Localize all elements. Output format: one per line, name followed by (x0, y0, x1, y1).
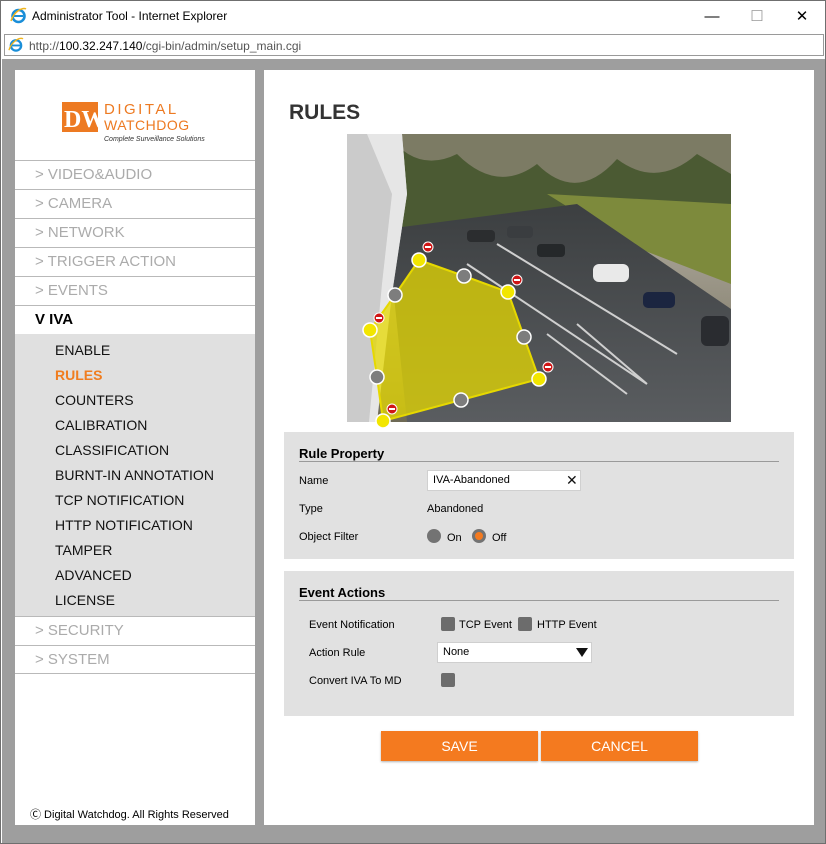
sidebar-item-camera[interactable]: > CAMERA (15, 189, 255, 218)
event-actions-panel: Event Actions Event Notification TCP Eve… (284, 571, 794, 716)
sidebar-item-video-audio[interactable]: > VIDEO&AUDIO (15, 160, 255, 189)
panel-divider (299, 600, 779, 601)
url-text: http://100.32.247.140/cgi-bin/admin/setu… (29, 39, 302, 53)
remove-vertex-icon[interactable] (373, 312, 385, 324)
submenu-item-http-notification[interactable]: HTTP NOTIFICATION (15, 513, 255, 538)
zone-vertex-handle[interactable] (375, 413, 391, 429)
radio-selected-dot (475, 532, 483, 540)
object-filter-off-label: Off (492, 532, 507, 544)
address-bar[interactable]: http://100.32.247.140/cgi-bin/admin/setu… (4, 34, 824, 56)
sidebar-item-system[interactable]: > SYSTEM (15, 645, 255, 674)
svg-text:Complete Surveillance Solution: Complete Surveillance Solutions (104, 136, 205, 143)
camera-car (467, 230, 495, 242)
submenu-item-counters[interactable]: COUNTERS (15, 388, 255, 413)
submenu-item-rules[interactable]: RULES (15, 363, 255, 388)
action-rule-value: None (443, 646, 470, 658)
internet-explorer-icon (10, 7, 27, 24)
remove-vertex-icon[interactable] (422, 241, 434, 253)
camera-car (701, 316, 729, 346)
zone-vertex-handle[interactable] (500, 284, 516, 300)
event-actions-heading: Event Actions (299, 585, 386, 600)
submenu-item-enable[interactable]: ENABLE (15, 338, 255, 363)
svg-text:DW: DW (64, 107, 105, 133)
cancel-button[interactable]: CANCEL (541, 731, 698, 761)
action-rule-select[interactable]: None (437, 642, 592, 663)
sidebar-item-iva[interactable]: V IVA (15, 305, 255, 334)
type-label: Type (299, 503, 323, 515)
convert-iva-label: Convert IVA To MD (309, 675, 402, 687)
save-button[interactable]: SAVE (381, 731, 538, 761)
clear-icon[interactable]: ✕ (566, 473, 578, 487)
http-event-label: HTTP Event (537, 619, 597, 631)
camera-car (537, 244, 565, 257)
iva-submenu: ENABLE RULES COUNTERS CALIBRATION CLASSI… (15, 334, 255, 616)
dropdown-arrow-icon (576, 648, 588, 657)
object-filter-on-radio[interactable] (427, 529, 441, 543)
sidebar-menu: > VIDEO&AUDIO > CAMERA > NETWORK > TRIGG… (15, 160, 255, 674)
event-notification-label: Event Notification (309, 619, 395, 631)
page-frame: DW DIGITAL WATCHDOG Complete Surveillanc… (2, 59, 825, 843)
submenu-item-tamper[interactable]: TAMPER (15, 538, 255, 563)
http-event-checkbox[interactable] (518, 617, 532, 631)
name-label: Name (299, 475, 329, 487)
zone-vertex-handle[interactable] (362, 322, 378, 338)
remove-vertex-icon[interactable] (542, 361, 554, 373)
action-rule-label: Action Rule (309, 647, 366, 659)
rule-name-input[interactable]: IVA-Abandoned (427, 470, 581, 491)
copyright-text: Ⓒ Digital Watchdog. All Rights Reserved (30, 809, 229, 821)
convert-iva-checkbox[interactable] (441, 673, 455, 687)
maximize-button[interactable]: ☐ (734, 1, 780, 31)
window-title: Administrator Tool - Internet Explorer (32, 9, 228, 23)
zone-midpoint-handle[interactable] (516, 329, 532, 345)
camera-view[interactable] (347, 134, 731, 429)
zone-midpoint-handle[interactable] (456, 268, 472, 284)
main-content: RULES Rule Property Name IVA-Abandoned ✕… (264, 70, 814, 825)
zone-midpoint-handle[interactable] (387, 287, 403, 303)
digital-watchdog-logo: DW DIGITAL WATCHDOG Complete Surveillanc… (62, 101, 205, 143)
rule-property-panel: Rule Property Name IVA-Abandoned ✕ Type … (284, 432, 794, 559)
submenu-item-license[interactable]: LICENSE (15, 588, 255, 613)
camera-car (593, 264, 629, 282)
title-bar: Administrator Tool - Internet Explorer —… (1, 1, 825, 31)
sidebar-item-events[interactable]: > EVENTS (15, 276, 255, 305)
submenu-item-calibration[interactable]: CALIBRATION (15, 413, 255, 438)
object-filter-on-label: On (447, 532, 462, 544)
page-title: RULES (289, 101, 361, 124)
submenu-item-burnt-in-annotation[interactable]: BURNT-IN ANNOTATION (15, 463, 255, 488)
browser-window: Administrator Tool - Internet Explorer —… (0, 0, 826, 844)
svg-text:WATCHDOG: WATCHDOG (104, 117, 190, 133)
panel-divider (299, 461, 779, 462)
svg-text:DIGITAL: DIGITAL (104, 101, 179, 118)
sidebar-item-network[interactable]: > NETWORK (15, 218, 255, 247)
submenu-item-classification[interactable]: CLASSIFICATION (15, 438, 255, 463)
remove-vertex-icon[interactable] (511, 274, 523, 286)
zone-vertex-handle[interactable] (531, 371, 547, 387)
submenu-item-advanced[interactable]: ADVANCED (15, 563, 255, 588)
page-favicon-icon (8, 37, 24, 52)
sidebar-item-security[interactable]: > SECURITY (15, 616, 255, 645)
camera-car (507, 226, 533, 238)
submenu-item-tcp-notification[interactable]: TCP NOTIFICATION (15, 488, 255, 513)
sidebar-item-trigger-action[interactable]: > TRIGGER ACTION (15, 247, 255, 276)
zone-midpoint-handle[interactable] (453, 392, 469, 408)
zone-vertex-handle[interactable] (411, 252, 427, 268)
sidebar: DW DIGITAL WATCHDOG Complete Surveillanc… (15, 70, 255, 825)
object-filter-label: Object Filter (299, 531, 359, 543)
camera-car (643, 292, 675, 308)
rule-property-heading: Rule Property (299, 446, 385, 461)
object-filter-off-radio[interactable] (472, 529, 486, 543)
minimize-button[interactable]: — (689, 1, 735, 31)
close-button[interactable]: ✕ (779, 1, 825, 31)
remove-vertex-icon[interactable] (386, 403, 398, 415)
tcp-event-label: TCP Event (459, 619, 512, 631)
type-value: Abandoned (427, 503, 484, 515)
tcp-event-checkbox[interactable] (441, 617, 455, 631)
zone-midpoint-handle[interactable] (369, 369, 385, 385)
